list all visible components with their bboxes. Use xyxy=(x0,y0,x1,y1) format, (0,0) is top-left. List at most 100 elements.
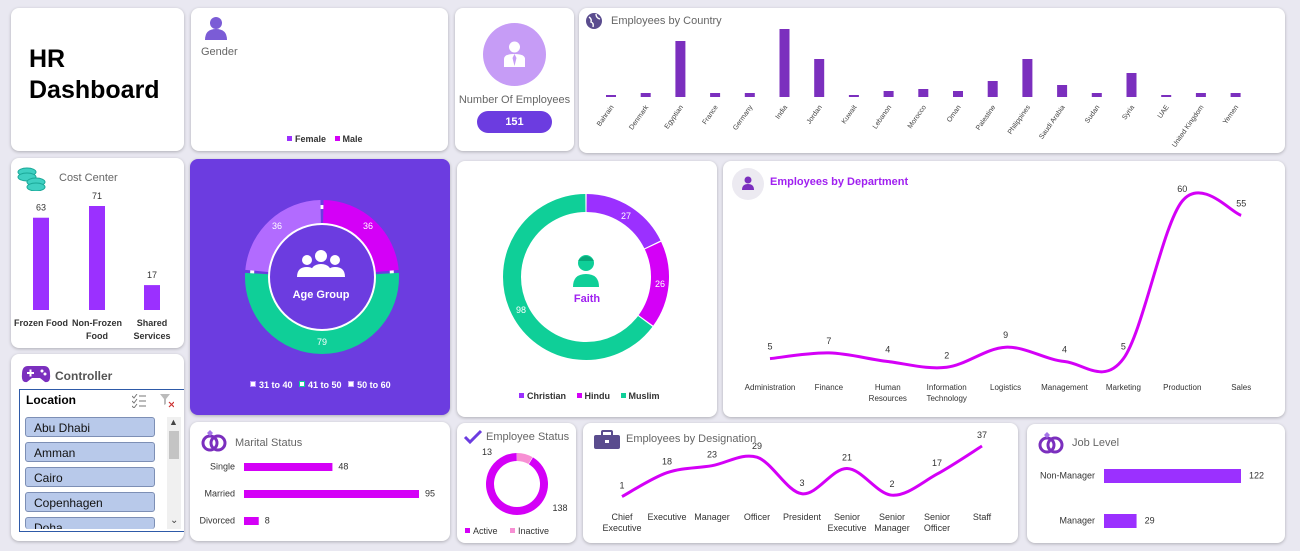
faith-value-muslim: 98 xyxy=(516,305,526,315)
employee-icon xyxy=(483,23,546,86)
country-bar xyxy=(640,93,651,97)
designation-card: Employees by Designation 1 Chief Executive… xyxy=(583,423,1018,543)
faith-title: Faith xyxy=(573,293,601,305)
location-item[interactable]: Doha xyxy=(25,517,155,529)
country-bar xyxy=(953,91,963,97)
faith-person-icon xyxy=(571,253,601,292)
department-tick-label: Logistics xyxy=(990,383,1021,392)
employee-count-label: Number Of Employees xyxy=(458,94,571,106)
designation-value-label: 1 xyxy=(619,481,624,491)
slicer-header: Location xyxy=(26,393,76,407)
marital-tick-label: Divorced xyxy=(199,515,235,525)
country-bar xyxy=(883,91,894,97)
status-donut: 13 138 xyxy=(482,447,568,515)
location-item[interactable]: Cairo xyxy=(25,467,155,487)
job-level-tick-label: Manager xyxy=(1059,515,1095,525)
cost-bar xyxy=(33,217,49,310)
status-legend: Active Inactive xyxy=(465,526,549,536)
department-tick-label: Human xyxy=(875,383,901,392)
country-tick-label: India xyxy=(775,104,790,121)
gender-female-value: 40 xyxy=(353,38,363,48)
department-tick-label: Resources xyxy=(869,394,907,403)
cost-tick-label: Frozen Food xyxy=(14,318,68,328)
scroll-thumb[interactable] xyxy=(169,431,179,459)
cost-bar xyxy=(89,206,105,310)
country-tick-label: Jordan xyxy=(806,104,824,126)
department-tick-label: Information xyxy=(927,383,967,392)
country-tick-label: Denmark xyxy=(628,104,650,132)
department-tick-label: Sales xyxy=(1231,383,1251,392)
slicer-scrollbar[interactable]: ▲ ⌄ xyxy=(167,417,181,529)
marital-bar xyxy=(244,463,333,471)
age-value-50-60: 79 xyxy=(317,337,327,347)
legend-inactive: Inactive xyxy=(518,526,550,536)
designation-line xyxy=(621,444,983,498)
gender-donut: 40 111 xyxy=(283,38,363,110)
gamepad-icon xyxy=(21,364,51,389)
country-bar xyxy=(1091,93,1102,97)
cost-value-label: 71 xyxy=(92,191,102,201)
age-value-31-40: 36 xyxy=(272,221,282,231)
designation-value-label: 21 xyxy=(842,452,852,462)
legend-christian: Christian xyxy=(527,391,567,401)
department-value-label: 60 xyxy=(1177,184,1187,194)
designation-chart: 1ChiefExecutive18Executive23Manager29Off… xyxy=(602,430,991,533)
designation-value-label: 23 xyxy=(707,450,717,460)
marital-value-label: 8 xyxy=(265,515,270,525)
country-tick-label: Philippines xyxy=(1007,104,1032,136)
designation-value-label: 2 xyxy=(889,479,894,489)
designation-tick-label: Senior xyxy=(924,512,950,522)
department-value-label: 2 xyxy=(944,350,949,360)
designation-tick-label: Executive xyxy=(827,523,866,533)
employee-count-value: 151 xyxy=(477,111,552,133)
department-tick-label: Management xyxy=(1041,383,1088,392)
location-item[interactable]: Abu Dhabi xyxy=(25,417,155,437)
status-slice-inactive xyxy=(516,453,533,465)
job-level-chart: Non-Manager 122 Manager 29 xyxy=(1040,469,1264,528)
country-bar xyxy=(848,95,859,97)
legend-hindu: Hindu xyxy=(584,391,611,401)
scroll-down-icon[interactable]: ⌄ xyxy=(170,515,178,526)
gender-card: Gender 40 111 Female Male xyxy=(191,8,448,151)
scroll-up-icon[interactable]: ▲ xyxy=(169,417,178,427)
country-tick-label: Bahrain xyxy=(596,104,616,128)
country-tick-label: Germany xyxy=(732,104,755,132)
designation-tick-label: Manager xyxy=(874,523,910,533)
designation-tick-label: Senior xyxy=(879,512,905,522)
status-active-value: 138 xyxy=(552,503,567,513)
designation-value-label: 3 xyxy=(799,478,804,488)
legend-muslim: Muslim xyxy=(628,391,660,401)
country-card: Employees by Country Bahrain Denmark Egypt… xyxy=(579,8,1285,153)
designation-value-label: 37 xyxy=(977,430,987,440)
location-item[interactable]: Amman xyxy=(25,442,155,462)
age-group-title: Age Group xyxy=(292,289,350,301)
cost-tick-label: Food xyxy=(86,331,108,341)
marital-tick-label: Single xyxy=(210,461,235,471)
location-item[interactable]: Copenhagen xyxy=(25,492,155,512)
country-tick-label: Kuwait xyxy=(841,104,859,125)
gender-male-value: 111 xyxy=(283,100,297,110)
country-bar xyxy=(1161,95,1172,97)
department-tick-label: Finance xyxy=(815,383,844,392)
cost-tick-label: Non-Frozen xyxy=(72,318,122,328)
department-tick-label: Marketing xyxy=(1106,383,1141,392)
department-value-label: 4 xyxy=(1062,345,1067,355)
faith-value-christian: 27 xyxy=(621,211,631,221)
job-level-card: Job Level Non-Manager 122 Manager 29 xyxy=(1027,424,1285,543)
country-bar xyxy=(1195,93,1206,97)
multi-select-icon[interactable] xyxy=(131,393,146,413)
age-group-card: 36 36 79 Age Group 31 to 40 41 to 50 50 … xyxy=(190,159,450,415)
controller-card: Controller Location Abu Dhabi Amman Cair… xyxy=(11,354,184,541)
country-tick-label: Syria xyxy=(1121,104,1136,121)
status-slice-active xyxy=(486,453,548,515)
department-card: Employees by Department 5 Administration 7… xyxy=(723,161,1285,417)
country-bar xyxy=(779,29,790,97)
legend-female: Female xyxy=(295,134,327,144)
country-tick-label: Palestine xyxy=(975,104,997,132)
clear-filter-icon[interactable] xyxy=(160,394,175,413)
age-value-41-50: 36 xyxy=(363,221,373,231)
country-bar xyxy=(1230,93,1241,97)
country-tick-label: Egyptian xyxy=(664,104,685,130)
country-tick-label: UAE xyxy=(1157,104,1171,120)
marital-chart: Single 48 Married 95 Divorced 8 xyxy=(199,461,435,525)
